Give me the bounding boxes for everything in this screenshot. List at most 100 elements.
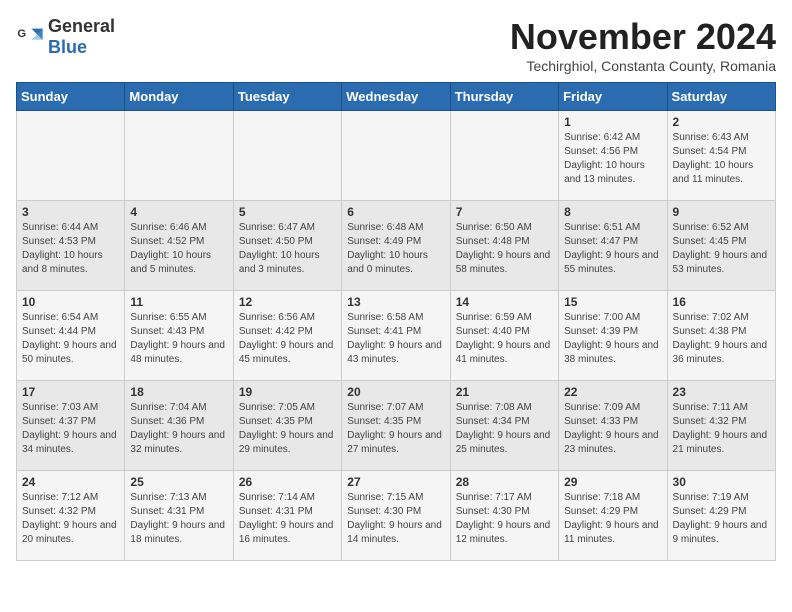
day-info: Sunrise: 7:14 AM Sunset: 4:31 PM Dayligh… (239, 491, 336, 547)
day-info: Sunrise: 6:43 AM Sunset: 4:54 PM Dayligh… (673, 131, 770, 187)
day-info: Sunrise: 7:15 AM Sunset: 4:30 PM Dayligh… (347, 491, 444, 547)
calendar-cell: 4 Sunrise: 6:46 AM Sunset: 4:52 PM Daylig… (125, 201, 233, 291)
day-info: Sunrise: 7:00 AM Sunset: 4:39 PM Dayligh… (564, 311, 661, 367)
calendar-cell (450, 111, 558, 201)
calendar-week-row: 1 Sunrise: 6:42 AM Sunset: 4:56 PM Daylig… (17, 111, 776, 201)
day-number: 2 (673, 115, 770, 129)
day-info: Sunrise: 6:46 AM Sunset: 4:52 PM Dayligh… (130, 221, 227, 277)
day-number: 4 (130, 205, 227, 219)
day-header-saturday: Saturday (667, 83, 775, 111)
calendar-cell: 9 Sunrise: 6:52 AM Sunset: 4:45 PM Daylig… (667, 201, 775, 291)
day-number: 16 (673, 295, 770, 309)
calendar-cell: 27 Sunrise: 7:15 AM Sunset: 4:30 PM Dayli… (342, 471, 450, 561)
day-number: 19 (239, 385, 336, 399)
header: G General Blue November 2024 Techirghiol… (16, 16, 776, 74)
day-info: Sunrise: 6:51 AM Sunset: 4:47 PM Dayligh… (564, 221, 661, 277)
day-info: Sunrise: 6:50 AM Sunset: 4:48 PM Dayligh… (456, 221, 553, 277)
day-number: 26 (239, 475, 336, 489)
day-info: Sunrise: 6:44 AM Sunset: 4:53 PM Dayligh… (22, 221, 119, 277)
subtitle: Techirghiol, Constanta County, Romania (510, 58, 776, 74)
calendar-cell: 12 Sunrise: 6:56 AM Sunset: 4:42 PM Dayli… (233, 291, 341, 381)
day-header-friday: Friday (559, 83, 667, 111)
day-number: 5 (239, 205, 336, 219)
day-number: 1 (564, 115, 661, 129)
calendar-table: SundayMondayTuesdayWednesdayThursdayFrid… (16, 82, 776, 561)
day-info: Sunrise: 7:17 AM Sunset: 4:30 PM Dayligh… (456, 491, 553, 547)
calendar-cell (342, 111, 450, 201)
day-info: Sunrise: 7:05 AM Sunset: 4:35 PM Dayligh… (239, 401, 336, 457)
calendar-cell (125, 111, 233, 201)
calendar-cell (233, 111, 341, 201)
day-info: Sunrise: 6:52 AM Sunset: 4:45 PM Dayligh… (673, 221, 770, 277)
calendar-cell: 1 Sunrise: 6:42 AM Sunset: 4:56 PM Daylig… (559, 111, 667, 201)
day-info: Sunrise: 7:19 AM Sunset: 4:29 PM Dayligh… (673, 491, 770, 547)
day-number: 30 (673, 475, 770, 489)
calendar-week-row: 10 Sunrise: 6:54 AM Sunset: 4:44 PM Dayli… (17, 291, 776, 381)
calendar-cell: 3Sunrise: 6:44 AM Sunset: 4:53 PM Daylig… (17, 201, 125, 291)
day-header-sunday: Sunday (17, 83, 125, 111)
day-number: 27 (347, 475, 444, 489)
calendar-week-row: 17 Sunrise: 7:03 AM Sunset: 4:37 PM Dayli… (17, 381, 776, 471)
calendar-cell: 7 Sunrise: 6:50 AM Sunset: 4:48 PM Daylig… (450, 201, 558, 291)
day-header-thursday: Thursday (450, 83, 558, 111)
calendar-cell: 23Sunrise: 7:11 AM Sunset: 4:32 PM Dayli… (667, 381, 775, 471)
day-info: Sunrise: 7:08 AM Sunset: 4:34 PM Dayligh… (456, 401, 553, 457)
day-number: 17 (22, 385, 119, 399)
day-info: Sunrise: 6:59 AM Sunset: 4:40 PM Dayligh… (456, 311, 553, 367)
calendar-cell: 20 Sunrise: 7:07 AM Sunset: 4:35 PM Dayli… (342, 381, 450, 471)
calendar-cell: 11 Sunrise: 6:55 AM Sunset: 4:43 PM Dayli… (125, 291, 233, 381)
day-number: 23 (673, 385, 770, 399)
day-number: 9 (673, 205, 770, 219)
day-info: Sunrise: 7:02 AM Sunset: 4:38 PM Dayligh… (673, 311, 770, 367)
calendar-cell: 10 Sunrise: 6:54 AM Sunset: 4:44 PM Dayli… (17, 291, 125, 381)
day-info: Sunrise: 6:56 AM Sunset: 4:42 PM Dayligh… (239, 311, 336, 367)
logo-blue: Blue (48, 37, 87, 57)
day-info: Sunrise: 6:48 AM Sunset: 4:49 PM Dayligh… (347, 221, 444, 277)
calendar-cell: 5 Sunrise: 6:47 AM Sunset: 4:50 PM Daylig… (233, 201, 341, 291)
day-number: 12 (239, 295, 336, 309)
day-number: 25 (130, 475, 227, 489)
day-number: 24 (22, 475, 119, 489)
calendar-cell: 2 Sunrise: 6:43 AM Sunset: 4:54 PM Daylig… (667, 111, 775, 201)
day-info: Sunrise: 6:55 AM Sunset: 4:43 PM Dayligh… (130, 311, 227, 367)
main-title: November 2024 (510, 16, 776, 58)
day-info: Sunrise: 7:07 AM Sunset: 4:35 PM Dayligh… (347, 401, 444, 457)
day-info: Sunrise: 7:12 AM Sunset: 4:32 PM Dayligh… (22, 491, 119, 547)
day-number: 29 (564, 475, 661, 489)
day-number: 10 (22, 295, 119, 309)
day-number: 20 (347, 385, 444, 399)
calendar-cell: 15 Sunrise: 7:00 AM Sunset: 4:39 PM Dayli… (559, 291, 667, 381)
calendar-cell: 28Sunrise: 7:17 AM Sunset: 4:30 PM Dayli… (450, 471, 558, 561)
day-number: 15 (564, 295, 661, 309)
calendar-cell: 18Sunrise: 7:04 AM Sunset: 4:36 PM Dayli… (125, 381, 233, 471)
day-info: Sunrise: 6:42 AM Sunset: 4:56 PM Dayligh… (564, 131, 661, 187)
logo-icon: G (16, 23, 44, 51)
calendar-cell: 21 Sunrise: 7:08 AM Sunset: 4:34 PM Dayli… (450, 381, 558, 471)
logo: G General Blue (16, 16, 115, 58)
calendar-cell: 25Sunrise: 7:13 AM Sunset: 4:31 PM Dayli… (125, 471, 233, 561)
calendar-header-row: SundayMondayTuesdayWednesdayThursdayFrid… (17, 83, 776, 111)
calendar-cell (17, 111, 125, 201)
day-info: Sunrise: 7:18 AM Sunset: 4:29 PM Dayligh… (564, 491, 661, 547)
calendar-cell: 19 Sunrise: 7:05 AM Sunset: 4:35 PM Dayli… (233, 381, 341, 471)
title-area: November 2024 Techirghiol, Constanta Cou… (510, 16, 776, 74)
calendar-cell: 26 Sunrise: 7:14 AM Sunset: 4:31 PM Dayli… (233, 471, 341, 561)
calendar-cell: 8Sunrise: 6:51 AM Sunset: 4:47 PM Daylig… (559, 201, 667, 291)
day-number: 22 (564, 385, 661, 399)
day-header-monday: Monday (125, 83, 233, 111)
logo-general: General (48, 16, 115, 36)
day-info: Sunrise: 6:54 AM Sunset: 4:44 PM Dayligh… (22, 311, 119, 367)
day-info: Sunrise: 7:09 AM Sunset: 4:33 PM Dayligh… (564, 401, 661, 457)
calendar-cell: 6 Sunrise: 6:48 AM Sunset: 4:49 PM Daylig… (342, 201, 450, 291)
day-number: 7 (456, 205, 553, 219)
day-number: 11 (130, 295, 227, 309)
day-info: Sunrise: 7:03 AM Sunset: 4:37 PM Dayligh… (22, 401, 119, 457)
day-number: 21 (456, 385, 553, 399)
calendar-cell: 24 Sunrise: 7:12 AM Sunset: 4:32 PM Dayli… (17, 471, 125, 561)
day-info: Sunrise: 6:47 AM Sunset: 4:50 PM Dayligh… (239, 221, 336, 277)
calendar-cell: 14Sunrise: 6:59 AM Sunset: 4:40 PM Dayli… (450, 291, 558, 381)
day-info: Sunrise: 6:58 AM Sunset: 4:41 PM Dayligh… (347, 311, 444, 367)
calendar-cell: 17 Sunrise: 7:03 AM Sunset: 4:37 PM Dayli… (17, 381, 125, 471)
day-number: 6 (347, 205, 444, 219)
day-number: 13 (347, 295, 444, 309)
